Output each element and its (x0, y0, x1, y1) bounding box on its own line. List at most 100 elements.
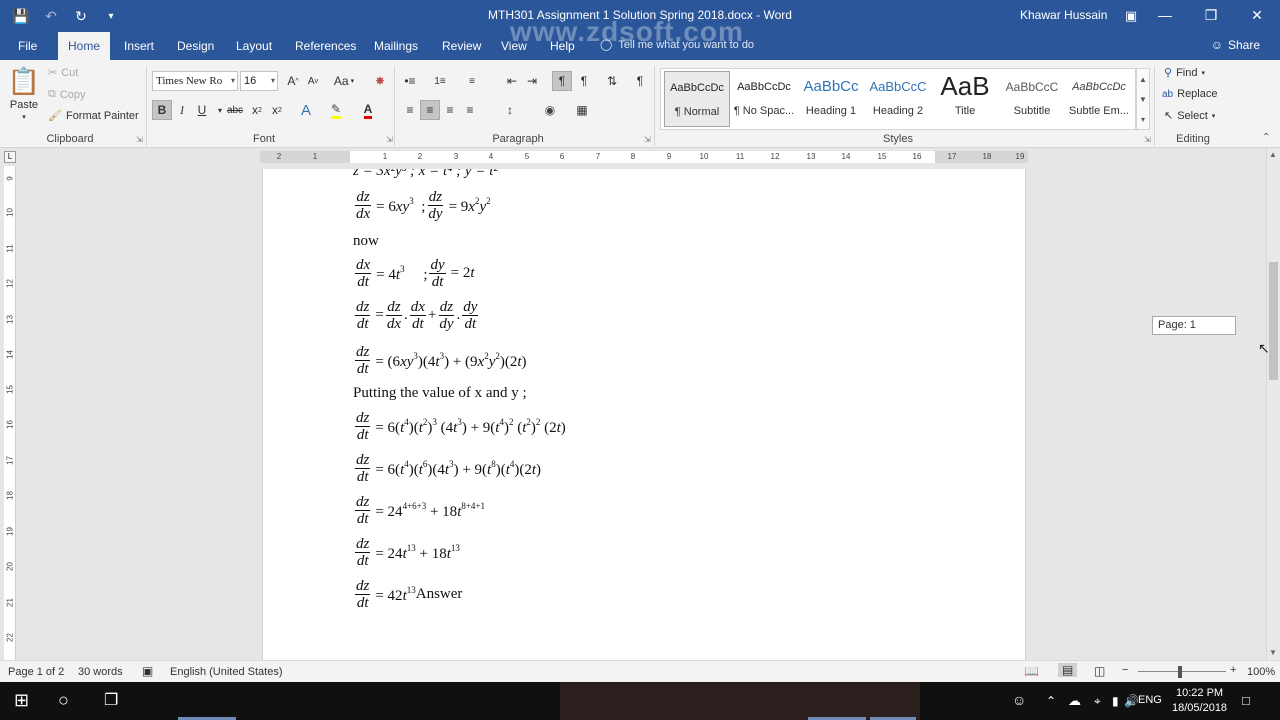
show-marks-icon[interactable]: ¶ (630, 71, 650, 91)
more-styles-icon[interactable]: ▾ (1141, 115, 1145, 124)
replace-button[interactable]: ab Replace (1162, 88, 1217, 100)
increase-indent-icon[interactable]: ⇥ (522, 71, 542, 91)
windows-start-icon[interactable]: ⊞ (14, 690, 29, 711)
user-name[interactable]: Khawar Hussain (1020, 8, 1107, 22)
style-heading-2[interactable]: AaBbCcC Heading 2 (865, 71, 931, 127)
language[interactable]: English (United States) (170, 666, 283, 678)
zoom-in-icon[interactable]: + (1230, 664, 1236, 676)
cortana-icon[interactable]: ○ (58, 690, 69, 711)
align-left-icon[interactable]: ≡ (400, 100, 420, 120)
tab-home[interactable]: Home (58, 32, 111, 60)
dialog-launcher-icon[interactable]: ⇲ (386, 135, 393, 144)
restore-icon[interactable]: ❐ (1188, 0, 1234, 30)
word-count[interactable]: 30 words (78, 666, 123, 678)
document-page[interactable]: z = 3x²y³ ; x = t⁴ ; y = t² dz dx = 6xy3 … (262, 169, 1026, 660)
vertical-scrollbar[interactable]: ▲ ▼ (1266, 148, 1280, 660)
select-button[interactable]: ↖ Select ▾ (1164, 109, 1215, 123)
style-subtitle[interactable]: AaBbCcC Subtitle (999, 71, 1065, 127)
shrink-font-icon[interactable]: Av (303, 71, 323, 91)
dialog-launcher-icon[interactable]: ⇲ (1144, 135, 1151, 144)
horizontal-ruler[interactable]: 2 1 1 2 3 4 5 6 7 8 9 10 11 12 13 14 15 … (260, 151, 1028, 163)
borders-icon[interactable]: ▦ (572, 100, 592, 120)
chevron-down-icon[interactable]: ▾ (231, 72, 235, 90)
superscript-icon[interactable]: x2 (267, 100, 287, 120)
justify-icon[interactable]: ≡ (460, 100, 480, 120)
ltr-icon[interactable]: ¶ (552, 71, 572, 91)
tab-selector[interactable]: L (4, 151, 16, 163)
shading-icon[interactable]: ◉ (540, 100, 560, 120)
battery-icon[interactable]: ▮ (1112, 694, 1119, 708)
font-color-icon[interactable]: A (358, 100, 378, 120)
format-painter-button[interactable]: 🖌 Format Painter (48, 109, 139, 123)
collapse-ribbon-icon[interactable]: ⌃ (1262, 132, 1270, 143)
style-subtle-emphasis[interactable]: AaBbCcDc Subtle Em... (1066, 71, 1132, 127)
sort-icon[interactable]: ⇅ (602, 71, 622, 91)
multilevel-list-icon[interactable]: ≡ (462, 71, 482, 91)
minimize-icon[interactable]: — (1142, 0, 1188, 30)
chevron-down-icon[interactable]: ▾ (271, 72, 275, 90)
tab-mailings[interactable]: Mailings (364, 32, 428, 60)
chevron-down-icon[interactable]: ▼ (1139, 95, 1147, 104)
align-right-icon[interactable]: ≡ (440, 100, 460, 120)
share-button[interactable]: ☺ Share (1211, 38, 1260, 52)
highlight-icon[interactable]: ✎ (326, 100, 346, 120)
text-effects-icon[interactable]: A (296, 100, 316, 120)
align-center-icon[interactable]: ≡ (420, 100, 440, 120)
read-mode-icon[interactable]: 📖 (1024, 664, 1039, 678)
system-clock[interactable]: 10:22 PM 18/05/2018 (1172, 686, 1227, 716)
zoom-slider[interactable] (1138, 671, 1226, 672)
dialog-launcher-icon[interactable]: ⇲ (136, 135, 143, 144)
subscript-icon[interactable]: x2 (247, 100, 267, 120)
web-layout-icon[interactable]: ◫ (1094, 664, 1105, 678)
chevron-up-icon[interactable]: ▲ (1139, 75, 1147, 84)
onedrive-icon[interactable]: ☁ (1068, 693, 1081, 709)
page-count[interactable]: Page 1 of 2 (8, 666, 64, 678)
bullets-icon[interactable]: •≡ (400, 71, 420, 91)
tab-references[interactable]: References (285, 32, 366, 60)
cut-button[interactable]: ✂ Cut (48, 66, 78, 80)
strikethrough-icon[interactable]: abc (225, 100, 245, 120)
tab-insert[interactable]: Insert (114, 32, 164, 60)
notifications-icon[interactable]: □ (1242, 693, 1250, 708)
copy-button[interactable]: ⧉ Copy (48, 88, 86, 101)
chevron-up-icon[interactable]: ▲ (1269, 150, 1277, 159)
line-spacing-icon[interactable]: ↕ (500, 100, 520, 120)
find-button[interactable]: ⚲ Find ▾ (1164, 66, 1205, 80)
zoom-slider-knob[interactable] (1178, 666, 1182, 678)
tab-review[interactable]: Review (432, 32, 491, 60)
ribbon-display-icon[interactable]: ▣ (1118, 6, 1144, 26)
chevron-down-icon[interactable]: ▼ (1269, 648, 1277, 657)
close-icon[interactable]: ✕ (1234, 0, 1280, 30)
style-heading-1[interactable]: AaBbCc Heading 1 (798, 71, 864, 127)
input-language[interactable]: ENG (1138, 694, 1162, 706)
styles-scroll[interactable]: ▲ ▼ ▾ (1136, 68, 1150, 130)
tab-design[interactable]: Design (167, 32, 224, 60)
numbering-icon[interactable]: 1≡ (430, 71, 450, 91)
clear-formatting-icon[interactable]: ✸ (370, 71, 390, 91)
chevron-up-icon[interactable]: ⌃ (1046, 694, 1056, 708)
scroll-thumb[interactable] (1269, 262, 1278, 380)
volume-icon[interactable]: 🔊 (1124, 694, 1139, 708)
wifi-icon[interactable]: ⌖ (1094, 694, 1101, 709)
paste-button[interactable]: 📋 Paste ▾ (8, 66, 40, 121)
task-view-icon[interactable]: ❐ (104, 690, 118, 710)
rtl-icon[interactable]: ¶ (574, 71, 594, 91)
proofing-icon[interactable]: ▣ (142, 664, 153, 678)
underline-icon[interactable]: U (192, 100, 212, 120)
style-no-spacing[interactable]: AaBbCcDc ¶ No Spac... (731, 71, 797, 127)
people-icon[interactable]: ☺ (1012, 692, 1026, 708)
grow-font-icon[interactable]: A ^ (283, 71, 303, 91)
font-size-box[interactable]: 16 ▾ (240, 71, 278, 91)
italic-icon[interactable]: I (172, 100, 192, 120)
zoom-out-icon[interactable]: − (1122, 664, 1128, 676)
dialog-launcher-icon[interactable]: ⇲ (644, 135, 651, 144)
decrease-indent-icon[interactable]: ⇤ (502, 71, 522, 91)
font-name-box[interactable]: Times New Ro ▾ (152, 71, 238, 91)
bold-icon[interactable]: B (152, 100, 172, 120)
tab-file[interactable]: File (8, 32, 47, 60)
zoom-level[interactable]: 100% (1247, 666, 1275, 678)
change-case-button[interactable]: Aa ▾ (330, 71, 358, 91)
print-layout-icon[interactable]: ▤ (1058, 663, 1078, 677)
style-normal[interactable]: AaBbCcDc ¶ Normal (664, 71, 730, 127)
style-title[interactable]: AaB Title (932, 71, 998, 127)
